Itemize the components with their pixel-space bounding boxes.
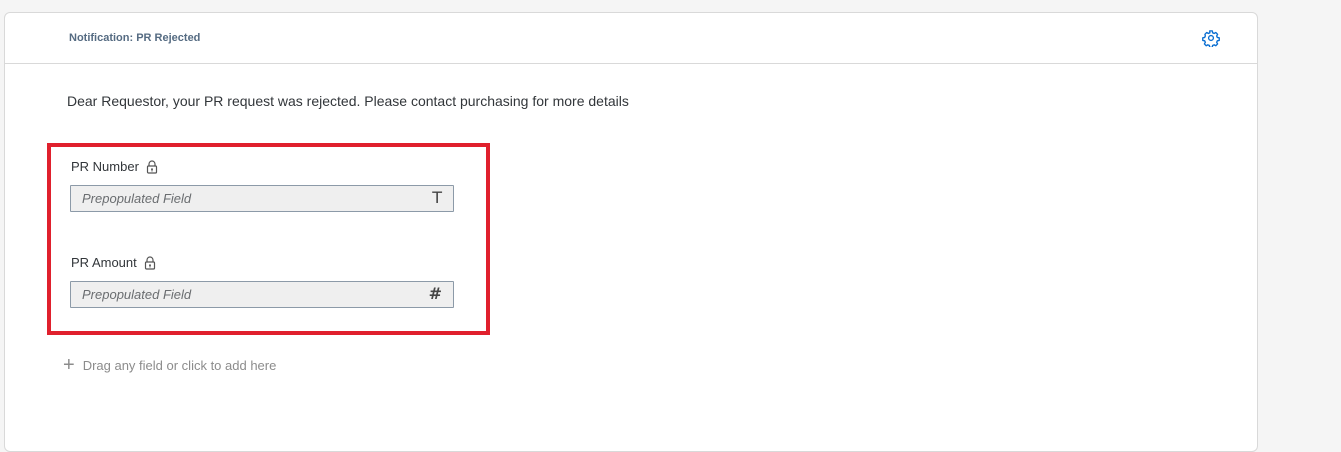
gear-icon[interactable] xyxy=(1202,29,1220,47)
field-label-text: PR Number xyxy=(71,159,139,174)
lock-icon xyxy=(146,159,158,174)
pr-number-field[interactable]: Prepopulated Field T xyxy=(70,185,454,212)
text-type-icon: T xyxy=(432,188,442,207)
field-placeholder: Prepopulated Field xyxy=(82,191,192,206)
card-title: Notification: PR Rejected xyxy=(69,32,201,44)
field-label-text: PR Amount xyxy=(71,255,137,270)
lock-icon xyxy=(144,255,155,270)
number-type-icon: # xyxy=(428,284,442,303)
card-header: Notification: PR Rejected xyxy=(5,13,1257,64)
add-field-label: Drag any field or click to add here xyxy=(82,357,277,373)
field-label-pr-number: PR Number xyxy=(71,159,158,174)
add-field-dropzone[interactable]: + Drag any field or click to add here xyxy=(63,355,276,375)
field-placeholder: Prepopulated Field xyxy=(82,287,192,302)
notification-message: Dear Requestor, your PR request was reje… xyxy=(67,93,629,109)
field-label-pr-amount: PR Amount xyxy=(71,255,156,270)
pr-amount-field[interactable]: Prepopulated Field # xyxy=(70,281,454,308)
plus-icon: + xyxy=(63,354,75,376)
notification-card: Notification: PR Rejected Dear Requestor… xyxy=(4,12,1258,452)
